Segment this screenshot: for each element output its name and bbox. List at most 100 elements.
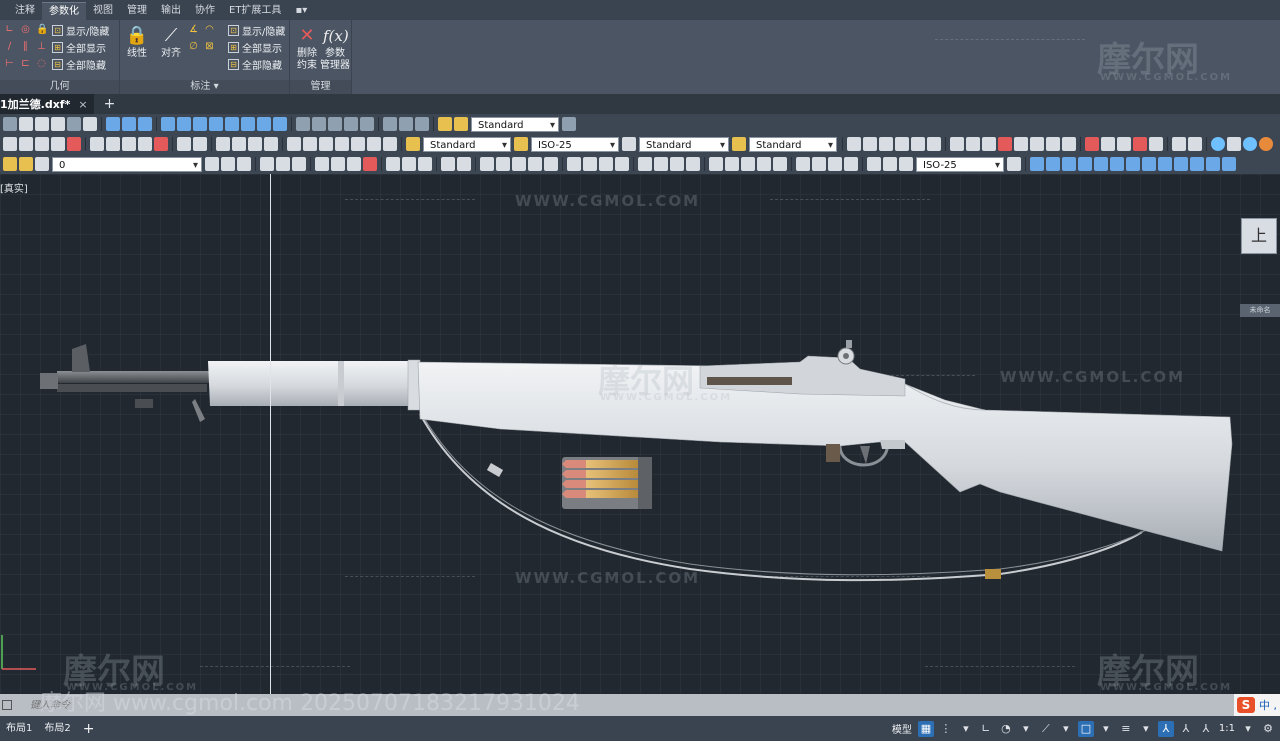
dim-arc-icon[interactable]	[599, 157, 613, 171]
sheet-set-icon[interactable]	[335, 137, 349, 151]
layer-freeze-icon[interactable]	[19, 157, 33, 171]
text-style-icon[interactable]	[438, 117, 452, 131]
osnap-icon[interactable]: □	[1077, 720, 1094, 737]
circle-icon[interactable]	[1085, 137, 1099, 151]
properties-icon-2[interactable]	[480, 157, 494, 171]
open-icon-2[interactable]	[276, 157, 290, 171]
sphere-icon[interactable]	[19, 117, 33, 131]
text-style-icon-2[interactable]	[406, 137, 420, 151]
annotation-scale-value[interactable]: 1:1	[1216, 723, 1238, 734]
view-left-icon[interactable]	[193, 117, 207, 131]
layer-isolate-icon[interactable]	[237, 157, 251, 171]
plot-preview-icon[interactable]	[331, 157, 345, 171]
torus-icon[interactable]	[67, 117, 81, 131]
help-icon[interactable]	[383, 137, 397, 151]
view-iso2-icon[interactable]	[273, 117, 287, 131]
solid-union-icon[interactable]	[1206, 157, 1220, 171]
tool-palettes-icon[interactable]	[319, 137, 333, 151]
perpendicular-icon[interactable]: ⊥	[36, 41, 47, 52]
solid-loft-icon[interactable]	[1190, 157, 1204, 171]
grid-icon[interactable]: ▦	[917, 720, 934, 737]
pline-icon[interactable]	[1014, 137, 1028, 151]
publish-icon[interactable]	[67, 137, 81, 151]
print-icon[interactable]	[51, 137, 65, 151]
dim-show-all-button[interactable]: ⊞ 全部显示	[228, 41, 285, 55]
dim-linear-icon[interactable]	[567, 157, 581, 171]
snap-icon[interactable]: ⋮	[938, 721, 954, 737]
cut-icon[interactable]	[90, 137, 104, 151]
free-orbit-icon[interactable]	[312, 117, 326, 131]
solid-sweep-icon[interactable]	[1174, 157, 1188, 171]
polar-icon[interactable]: ◔	[998, 721, 1014, 737]
convert-dimension-icon[interactable]: ⊠	[204, 41, 215, 52]
sun-icon[interactable]	[1243, 137, 1257, 151]
undo-icon-2[interactable]	[441, 157, 455, 171]
calc-icon-2[interactable]	[544, 157, 558, 171]
ucs-icon[interactable]	[106, 117, 120, 131]
point-icon[interactable]	[1188, 137, 1202, 151]
tab-parametric[interactable]: 参数化	[42, 2, 86, 20]
dim-edit-icon[interactable]	[867, 157, 881, 171]
dim-update-icon[interactable]	[899, 157, 913, 171]
snap-menu-icon[interactable]: ▾	[958, 721, 974, 737]
design-center-icon-2[interactable]	[496, 157, 510, 171]
solid-extrude-icon[interactable]	[1142, 157, 1156, 171]
plot-icon[interactable]	[315, 157, 329, 171]
ribbon-options-icon[interactable]: ▪▾	[288, 2, 314, 20]
parameters-manager-button[interactable]: f(x) 参数 管理器	[318, 24, 352, 72]
copy-icon-2[interactable]	[402, 157, 416, 171]
layout-tab-2[interactable]: 布局2	[38, 716, 76, 741]
layer-select[interactable]: 0	[52, 156, 202, 173]
solid-subtract-icon[interactable]	[1222, 157, 1236, 171]
quick-calc-icon[interactable]	[367, 137, 381, 151]
linear-dimension-button[interactable]: 🔒 线性	[120, 24, 154, 60]
angle-icon[interactable]	[415, 117, 429, 131]
solid-torus-icon[interactable]	[1110, 157, 1124, 171]
command-input[interactable]	[30, 699, 330, 711]
show-hide-constraints-button[interactable]: ⊡ 显示/隐藏	[52, 24, 109, 38]
solid-wedge-icon[interactable]	[1046, 157, 1060, 171]
material-icon[interactable]	[1211, 137, 1225, 151]
zoom-window-icon[interactable]	[248, 137, 262, 151]
zoom-realtime-icon[interactable]	[232, 137, 246, 151]
dim-style-icon[interactable]	[514, 137, 528, 151]
document-tab[interactable]: 1加兰德.dxf* ×	[0, 94, 94, 114]
collinear-icon[interactable]: ∕	[4, 41, 15, 52]
tangent-icon[interactable]: ◌	[36, 58, 47, 69]
dim-hide-all-button[interactable]: ⊟ 全部隐藏	[228, 58, 285, 72]
dim-show-hide-button[interactable]: ⊡ 显示/隐藏	[228, 24, 285, 38]
tab-et-tools[interactable]: ET扩展工具	[222, 2, 288, 20]
pyramid-icon[interactable]	[3, 117, 17, 131]
text-style-select-1[interactable]: Standard	[471, 116, 559, 133]
xline-icon[interactable]	[982, 137, 996, 151]
multileader-style-icon[interactable]	[732, 137, 746, 151]
arc-icon[interactable]	[998, 137, 1012, 151]
view-right-icon[interactable]	[209, 117, 223, 131]
ucs-world-icon[interactable]	[122, 117, 136, 131]
ray-icon[interactable]	[966, 137, 980, 151]
pan-icon[interactable]	[216, 137, 230, 151]
save-icon-2[interactable]	[292, 157, 306, 171]
auto-scale-icon[interactable]: ⅄	[1178, 721, 1194, 737]
multileader-style-select[interactable]: Standard	[749, 136, 837, 153]
diameter-dimension-icon[interactable]: ∅	[188, 41, 199, 52]
dim-style-select-2[interactable]: ISO-25	[916, 156, 1004, 173]
layer-icon-d[interactable]	[895, 137, 909, 151]
layer-previous-icon[interactable]	[221, 157, 235, 171]
layout-tab-1[interactable]: 布局1	[0, 716, 38, 741]
new-tab-button[interactable]: +	[104, 96, 116, 112]
open-icon[interactable]	[19, 137, 33, 151]
jogged-linear-icon[interactable]	[844, 157, 858, 171]
tool-palettes-icon-2[interactable]	[512, 157, 526, 171]
dim-ordinate-icon[interactable]	[615, 157, 629, 171]
ortho-icon[interactable]: ∟	[978, 721, 994, 737]
revcloud-icon[interactable]	[1062, 137, 1076, 151]
dim-continue-icon[interactable]	[741, 157, 755, 171]
hatch-icon[interactable]	[1149, 137, 1163, 151]
layer-state-icon[interactable]	[3, 157, 17, 171]
tab-output[interactable]: 输出	[154, 2, 188, 20]
center-mark-icon[interactable]	[812, 157, 826, 171]
cone-icon[interactable]	[83, 117, 97, 131]
dim-jogged-icon[interactable]	[654, 157, 668, 171]
layer-color-icon[interactable]	[35, 157, 49, 171]
